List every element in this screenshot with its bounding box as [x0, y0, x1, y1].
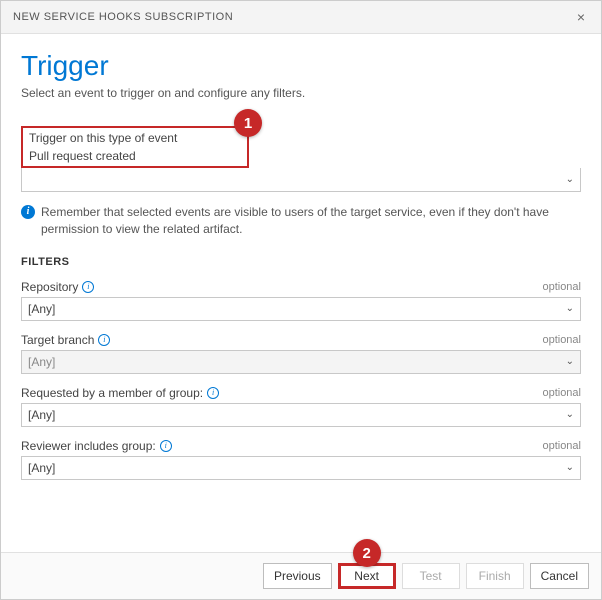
- optional-label: optional: [542, 281, 581, 293]
- dialog-footer: Previous Next 2 Test Finish Cancel: [1, 552, 601, 599]
- previous-button[interactable]: Previous: [263, 563, 332, 589]
- close-icon[interactable]: ×: [573, 9, 589, 25]
- dialog-content: Trigger Select an event to trigger on an…: [1, 34, 601, 552]
- info-text: Remember that selected events are visibl…: [41, 204, 581, 238]
- finish-button: Finish: [466, 563, 524, 589]
- dialog-title: NEW SERVICE HOOKS SUBSCRIPTION: [13, 11, 233, 23]
- chevron-down-icon: ⌄: [566, 174, 574, 185]
- event-type-value: Pull request created: [29, 149, 136, 163]
- chevron-down-icon: ⌄: [566, 303, 574, 314]
- chevron-down-icon: ⌄: [566, 409, 574, 420]
- filter-reviewer-group: Reviewer includes group: i optional [Any…: [21, 439, 581, 480]
- event-type-label: Trigger on this type of event: [23, 128, 247, 147]
- event-type-dropdown-extension[interactable]: ⌄: [21, 168, 581, 192]
- page-title: Trigger: [21, 50, 581, 82]
- optional-label: optional: [542, 334, 581, 346]
- requested-by-group-select[interactable]: [Any] ⌄: [21, 403, 581, 427]
- info-icon[interactable]: i: [82, 281, 94, 293]
- info-icon[interactable]: i: [98, 334, 110, 346]
- info-icon[interactable]: i: [160, 440, 172, 452]
- info-icon[interactable]: i: [207, 387, 219, 399]
- annotation-badge-2: 2: [353, 539, 381, 567]
- select-value: [Any]: [28, 302, 55, 316]
- select-value: [Any]: [28, 355, 55, 369]
- info-message: i Remember that selected events are visi…: [21, 204, 581, 238]
- info-icon: i: [21, 205, 35, 219]
- select-value: [Any]: [28, 461, 55, 475]
- event-type-highlight: Trigger on this type of event Pull reque…: [21, 126, 249, 168]
- filter-label: Repository: [21, 280, 78, 294]
- filter-label: Reviewer includes group:: [21, 439, 156, 453]
- repository-select[interactable]: [Any] ⌄: [21, 297, 581, 321]
- event-type-select[interactable]: Pull request created: [23, 147, 247, 166]
- chevron-down-icon: ⌄: [566, 462, 574, 473]
- chevron-down-icon: ⌄: [566, 356, 574, 367]
- cancel-button[interactable]: Cancel: [530, 563, 589, 589]
- optional-label: optional: [542, 387, 581, 399]
- filter-requested-by-group: Requested by a member of group: i option…: [21, 386, 581, 427]
- filters-heading: FILTERS: [21, 256, 581, 268]
- reviewer-group-select[interactable]: [Any] ⌄: [21, 456, 581, 480]
- annotation-badge-1: 1: [234, 109, 262, 137]
- test-button: Test: [402, 563, 460, 589]
- page-subtitle: Select an event to trigger on and config…: [21, 86, 581, 100]
- target-branch-select: [Any] ⌄: [21, 350, 581, 374]
- titlebar: NEW SERVICE HOOKS SUBSCRIPTION ×: [1, 1, 601, 34]
- filter-label: Target branch: [21, 333, 94, 347]
- filter-target-branch: Target branch i optional [Any] ⌄: [21, 333, 581, 374]
- select-value: [Any]: [28, 408, 55, 422]
- filter-repository: Repository i optional [Any] ⌄: [21, 280, 581, 321]
- optional-label: optional: [542, 440, 581, 452]
- filter-label: Requested by a member of group:: [21, 386, 203, 400]
